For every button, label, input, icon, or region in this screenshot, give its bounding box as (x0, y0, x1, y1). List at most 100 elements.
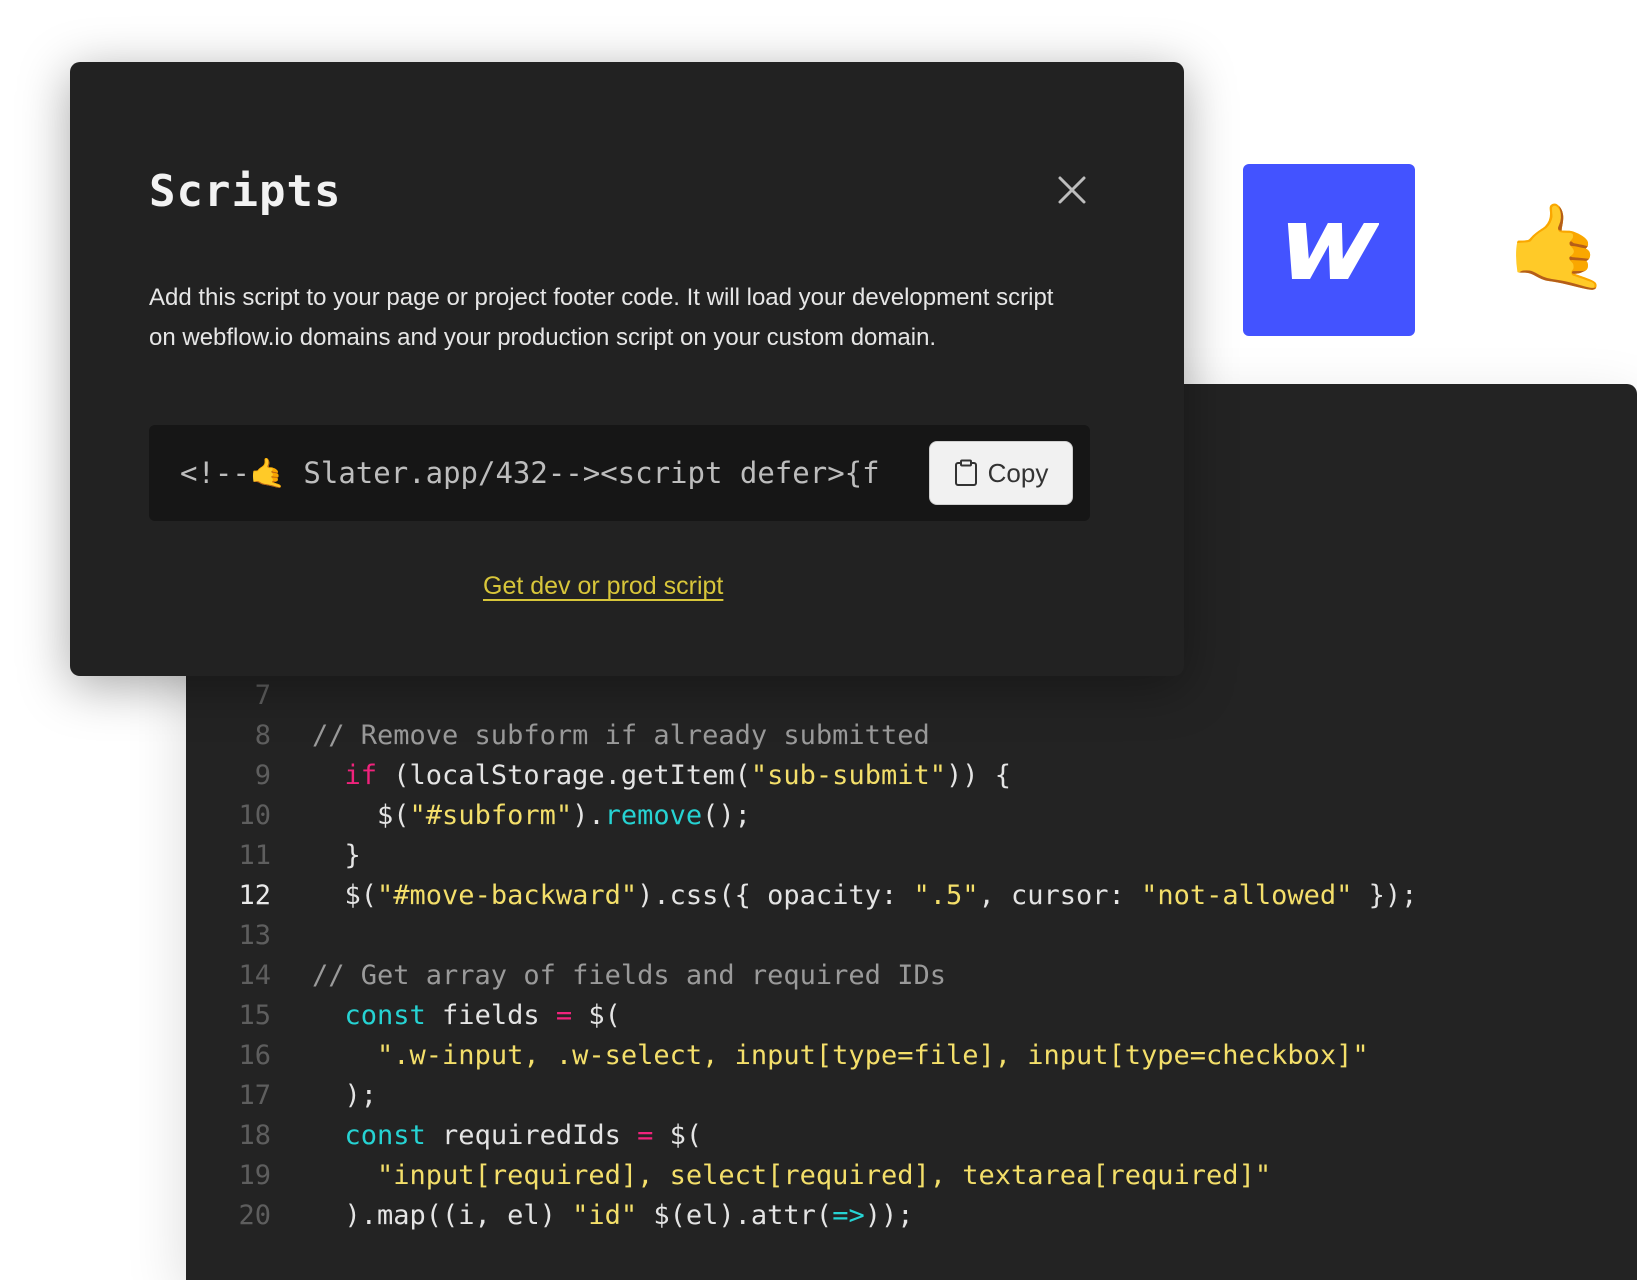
call-me-hand-icon: 🤙 (1506, 200, 1611, 294)
code-token: $(el).attr( (637, 1200, 833, 1231)
code-line: 12 $("#move-backward").css({ opacity: ".… (186, 876, 1637, 916)
webflow-logo-icon (1287, 223, 1379, 279)
line-number: 20 (238, 1200, 271, 1231)
line-number: 10 (238, 800, 271, 831)
code-line: 18 const requiredIds = $( (186, 1116, 1637, 1156)
line-number: 12 (238, 880, 271, 911)
code-token: ); (344, 1080, 378, 1111)
line-number: 18 (238, 1120, 271, 1151)
code-line: 19 "input[required], select[required], t… (186, 1156, 1637, 1196)
code-line: 8 // Remove subform if already submitted (186, 716, 1637, 756)
code-token: ).map((i, el) (344, 1200, 573, 1231)
clipboard-icon (954, 459, 977, 486)
copy-button-label: Copy (987, 457, 1049, 488)
code-line: 14 // Get array of fields and required ID… (186, 956, 1637, 996)
modal-title: Scripts (149, 166, 342, 217)
line-source: ).map((i, el) "id" $(el).attr(=>)); (271, 1196, 914, 1236)
code-token: ).css({ opacity: (637, 880, 914, 911)
line-number: 13 (238, 920, 271, 951)
line-source: } (271, 836, 361, 876)
code-token: "not-allowed" (1141, 880, 1353, 911)
scripts-modal: Scripts Add this script to your page or … (70, 62, 1184, 676)
code-token: $( (377, 800, 410, 831)
line-source: "input[required], select[required], text… (271, 1156, 1271, 1196)
line-number: 14 (238, 960, 271, 991)
code-token: }); (1352, 880, 1418, 911)
line-source: $("#subform").remove(); (271, 796, 751, 836)
code-token: // Get array of fields and required IDs (312, 960, 946, 991)
code-token: if (344, 760, 378, 791)
line-number: 17 (238, 1080, 271, 1111)
copy-button[interactable]: Copy (929, 441, 1073, 505)
line-source: // Remove subform if already submitted (271, 716, 930, 756)
code-token: // Remove subform if already submitted (312, 720, 930, 751)
code-line: 15 const fields = $( (186, 996, 1637, 1036)
code-token: "input[required], select[required], text… (377, 1160, 1272, 1191)
code-token: "#move-backward" (377, 880, 638, 911)
line-number: 15 (238, 1000, 271, 1031)
line-source: $("#move-backward").css({ opacity: ".5",… (271, 876, 1418, 916)
line-number: 7 (254, 680, 271, 711)
line-source (271, 676, 312, 716)
line-number: 16 (238, 1040, 271, 1071)
code-token: (localStorage.getItem( (377, 760, 751, 791)
code-token: } (344, 840, 361, 871)
line-source: ); (271, 1076, 378, 1116)
code-token: requiredIds (425, 1120, 638, 1151)
line-source: if (localStorage.getItem("sub-submit")) … (271, 756, 1012, 796)
line-source: const fields = $( (271, 996, 621, 1036)
code-line: 9 if (localStorage.getItem("sub-submit")… (186, 756, 1637, 796)
code-line: 20 ).map((i, el) "id" $(el).attr(=>)); (186, 1196, 1637, 1236)
code-token: fields (425, 1000, 556, 1031)
line-number: 8 (254, 720, 271, 751)
code-token: , cursor: (978, 880, 1142, 911)
code-token: ). (572, 800, 605, 831)
get-script-link[interactable]: Get dev or prod script (483, 572, 723, 601)
line-source: ".w-input, .w-select, input[type=file], … (271, 1036, 1369, 1076)
code-token: $( (653, 1120, 703, 1151)
line-number: 19 (238, 1160, 271, 1191)
code-token: "#subform" (409, 800, 573, 831)
code-token: $( (344, 880, 378, 911)
line-number: 11 (238, 840, 271, 871)
code-line: 17 ); (186, 1076, 1637, 1116)
code-lines: 7 8 // Remove subform if already submitted… (186, 676, 1637, 1236)
code-token: "sub-submit" (750, 760, 946, 791)
script-snippet-text: <!--🤙 Slater.app/432--><script defer>{f (180, 456, 880, 490)
code-line: 16 ".w-input, .w-select, input[type=file… (186, 1036, 1637, 1076)
code-token: = (637, 1120, 654, 1151)
code-token: ".w-input, .w-select, input[type=file], … (377, 1040, 1369, 1071)
webflow-logo-tile (1243, 164, 1415, 336)
line-number: 9 (254, 760, 271, 791)
code-token: = (555, 1000, 573, 1031)
modal-description: Add this script to your page or project … (149, 284, 1054, 351)
close-button[interactable] (1052, 170, 1092, 210)
code-token: => (832, 1200, 865, 1231)
code-token: "id" (572, 1200, 638, 1231)
code-token: $( (572, 1000, 621, 1031)
close-icon (1058, 176, 1086, 204)
line-source: const requiredIds = $( (271, 1116, 703, 1156)
code-token: )) { (945, 760, 1012, 791)
code-line: 13 (186, 916, 1637, 956)
code-line: 11 } (186, 836, 1637, 876)
code-token: (); (702, 800, 751, 831)
code-token: const (344, 1000, 426, 1031)
line-source: // Get array of fields and required IDs (271, 956, 946, 996)
code-line: 10 $("#subform").remove(); (186, 796, 1637, 836)
code-token: remove (604, 800, 703, 831)
script-snippet-box[interactable]: <!--🤙 Slater.app/432--><script defer>{f … (149, 425, 1090, 521)
code-token: const (344, 1120, 426, 1151)
line-source (271, 916, 312, 956)
code-line: 7 (186, 676, 1637, 716)
